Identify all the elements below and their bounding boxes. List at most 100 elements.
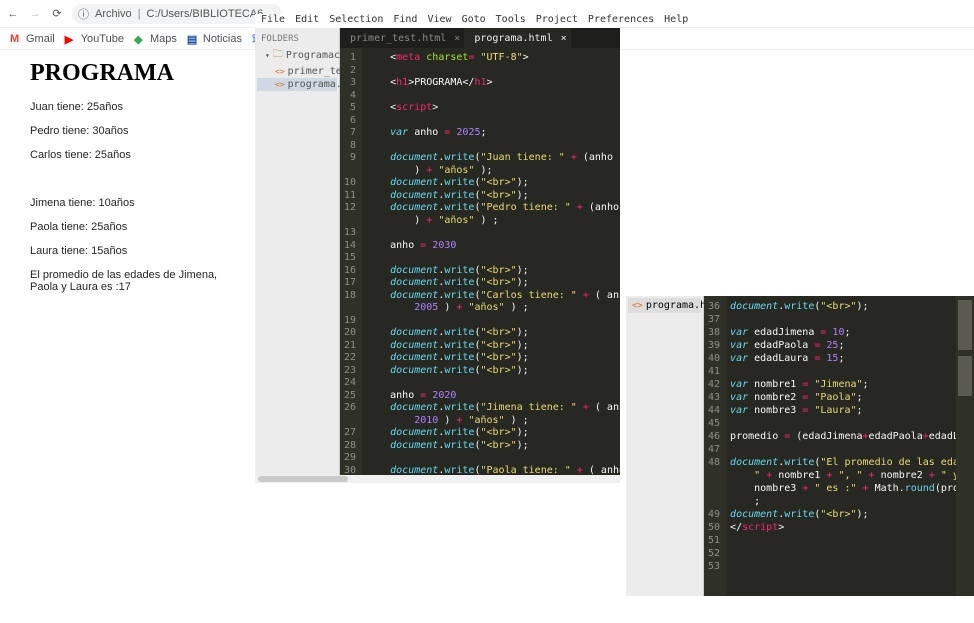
menu-item[interactable]: Project [536, 14, 578, 28]
close-icon[interactable]: × [454, 33, 460, 44]
code-line[interactable]: document.write("<br>"); [366, 352, 620, 365]
code-line[interactable] [730, 547, 952, 560]
code-line[interactable] [366, 377, 620, 390]
output-line: Carlos tiene: 25años [30, 149, 241, 161]
open-file-item[interactable]: <> programa.html [628, 298, 701, 313]
bookmark-item[interactable]: ▤Noticias [187, 33, 242, 45]
code-line[interactable]: " + nombre1 + ", " + nombre2 + " y " + [730, 469, 952, 482]
code-line[interactable]: ) + "años" ); [366, 165, 620, 178]
bookmark-item[interactable]: ▶ YouTube [65, 33, 124, 45]
code-line[interactable]: var edadPaola = 25; [730, 339, 952, 352]
bookmark-label: YouTube [81, 33, 124, 45]
code-line[interactable]: var nombre1 = "Jimena"; [730, 378, 952, 391]
output-line: Pedro tiene: 30años [30, 125, 241, 137]
code-line[interactable]: document.write("Jimena tiene: " + ( anho… [366, 402, 620, 415]
sidebar-folder[interactable]: ▾ 🗀 Programacion1 [257, 46, 337, 65]
code-line[interactable]: document.write("<br>"); [366, 365, 620, 378]
code-line[interactable]: document.write("Juan tiene: " + (anho - … [366, 152, 620, 165]
editor-window-2: <> programa.html 36373839404142434445464… [626, 296, 974, 596]
menu-item[interactable]: Tools [496, 14, 526, 28]
code-line[interactable]: var anho = 2025; [366, 127, 620, 140]
code-line[interactable]: var edadLaura = 15; [730, 352, 952, 365]
code-line[interactable]: ) + "años" ) ; [366, 215, 620, 228]
menu-item[interactable]: Edit [295, 14, 319, 28]
code-line[interactable] [730, 365, 952, 378]
code-line[interactable]: promedio = (edadJimena+edadPaola+edadLau… [730, 430, 952, 443]
code-line[interactable] [730, 534, 952, 547]
code-line[interactable] [366, 65, 620, 78]
code-line[interactable]: <h1>PROGRAMA</h1> [366, 77, 620, 90]
code-line[interactable]: </script> [730, 521, 952, 534]
code-line[interactable]: 2010 ) + "años" ) ; [366, 415, 620, 428]
code-line[interactable]: document.write("<br>"); [366, 265, 620, 278]
reload-button[interactable]: ⟳ [50, 7, 64, 21]
code-line[interactable] [730, 443, 952, 456]
line-gutter: 36373839404142434445464748 4950515253 [704, 296, 726, 596]
menu-item[interactable]: Find [393, 14, 417, 28]
code-line[interactable]: var nombre2 = "Paola"; [730, 391, 952, 404]
line-gutter: 123456789 101112 131415161718 1920212223… [340, 48, 362, 482]
code-line[interactable]: anho = 2020 [366, 390, 620, 403]
code-line[interactable]: document.write("Carlos tiene: " + ( anho… [366, 290, 620, 303]
code-line[interactable]: document.write("El promedio de las edade… [730, 456, 952, 469]
bookmark-label: Noticias [203, 33, 242, 45]
code-line[interactable]: <meta charset= "UTF-8"> [366, 52, 620, 65]
bookmark-icon: ▶ [65, 33, 77, 45]
code-line[interactable]: ; [730, 495, 952, 508]
code-line[interactable]: 2005 ) + "años" ) ; [366, 302, 620, 315]
file-icon: ⓘ [78, 6, 89, 22]
code-line[interactable]: var edadJimena = 10; [730, 326, 952, 339]
code-line[interactable]: document.write("<br>"); [366, 177, 620, 190]
bookmark-label: Maps [150, 33, 177, 45]
forward-button[interactable]: → [28, 7, 42, 21]
code-line[interactable] [366, 140, 620, 153]
code-line[interactable]: document.write("Pedro tiene: " + (anho -… [366, 202, 620, 215]
address-bar[interactable]: ⓘ Archivo | C:/Users/BIBLIOTECA64/Desktc [72, 4, 282, 24]
code-line[interactable]: var nombre3 = "Laura"; [730, 404, 952, 417]
output-line [30, 173, 241, 185]
code-content[interactable]: <meta charset= "UTF-8"> <h1>PROGRAMA</h1… [362, 48, 620, 482]
code-line[interactable]: <script> [366, 102, 620, 115]
code-line[interactable]: document.write("<br>"); [366, 277, 620, 290]
code-line[interactable]: document.write("<br>"); [366, 190, 620, 203]
menu-item[interactable]: Help [664, 14, 688, 28]
code-line[interactable] [730, 417, 952, 430]
code-line[interactable]: document.write("<br>"); [366, 427, 620, 440]
menu-item[interactable]: File [261, 14, 285, 28]
code-line[interactable] [366, 90, 620, 103]
horizontal-scrollbar[interactable] [255, 475, 620, 483]
menu-item[interactable]: Preferences [588, 14, 654, 28]
code-line[interactable] [730, 560, 952, 573]
sidebar-file[interactable]: <>programa.html [257, 78, 337, 91]
code-content[interactable]: document.write("<br>"); var edadJimena =… [726, 296, 956, 596]
code-line[interactable] [730, 313, 952, 326]
angle-brackets-icon: <> [275, 67, 285, 76]
code-line[interactable]: document.write("<br>"); [730, 508, 952, 521]
menu-item[interactable]: Selection [329, 14, 383, 28]
code-line[interactable] [366, 227, 620, 240]
angle-brackets-icon: <> [275, 80, 285, 89]
code-line[interactable]: document.write("<br>"); [730, 300, 952, 313]
code-line[interactable] [366, 115, 620, 128]
bookmark-item[interactable]: ◆Maps [134, 33, 177, 45]
bookmark-item[interactable]: MGmail [10, 33, 55, 45]
code-line[interactable]: document.write("<br>"); [366, 440, 620, 453]
editor-tab[interactable]: programa.html × [464, 28, 570, 48]
menu-item[interactable]: View [427, 14, 451, 28]
close-icon[interactable]: × [561, 33, 567, 44]
minimap[interactable] [956, 296, 974, 596]
code-line[interactable]: document.write("<br>"); [366, 327, 620, 340]
code-line[interactable]: nombre3 + " es :" + Math.round(promedio)… [730, 482, 952, 495]
sidebar-file[interactable]: <>primer_test.html [257, 65, 337, 78]
code-line[interactable] [366, 452, 620, 465]
menu-item[interactable]: Goto [462, 14, 486, 28]
tab-label: programa.html [474, 33, 552, 44]
code-line[interactable] [366, 252, 620, 265]
code-line[interactable] [366, 315, 620, 328]
back-button[interactable]: ← [6, 7, 20, 21]
code-line[interactable]: anho = 2030 [366, 240, 620, 253]
editor-tab[interactable]: primer_test.html× [340, 28, 464, 48]
code-line[interactable]: document.write("<br>"); [366, 340, 620, 353]
editor-window-1: File Edit Selection Find View Goto Tools Projec… [255, 14, 620, 482]
rendered-output: PROGRAMA Juan tiene: 25añosPedro tiene: … [0, 50, 255, 319]
